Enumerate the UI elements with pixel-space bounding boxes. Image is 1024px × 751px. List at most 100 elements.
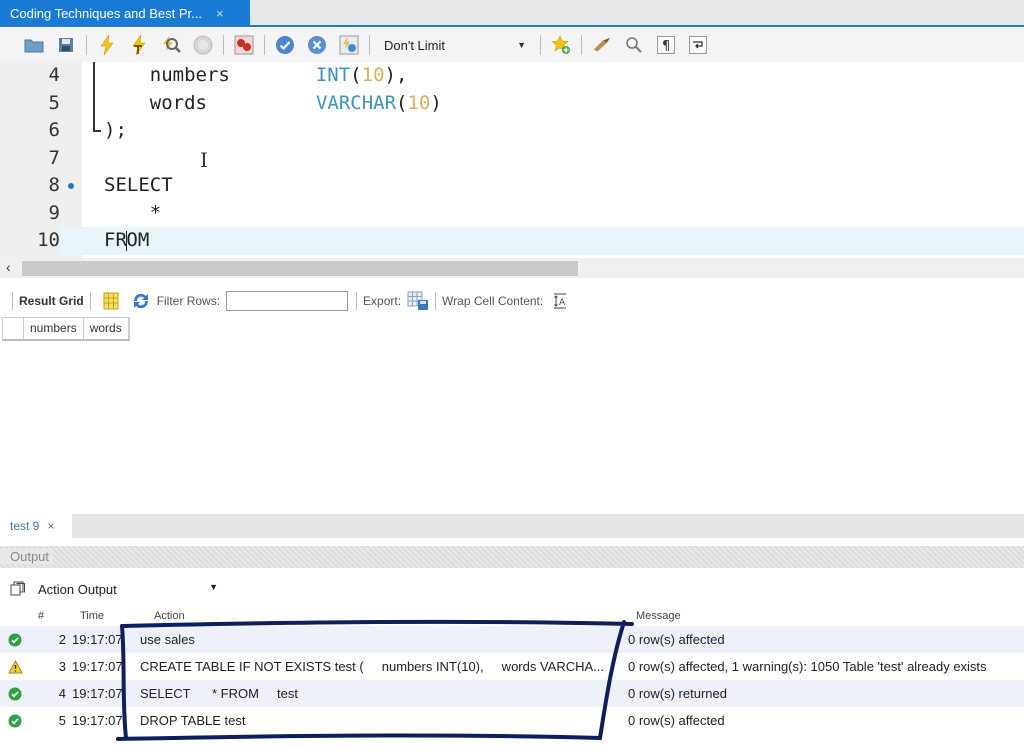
word-wrap-icon[interactable] xyxy=(688,35,708,55)
filter-rows-label: Filter Rows: xyxy=(156,294,221,308)
execute-icon[interactable] xyxy=(97,35,117,55)
toolbar-separator xyxy=(369,35,370,55)
toolbar-separator xyxy=(86,35,87,55)
wrap-cell-content-icon[interactable]: A xyxy=(553,293,567,309)
code-line[interactable]: 8 SELECT xyxy=(0,172,1024,200)
line-number: 6 xyxy=(48,119,60,141)
rollback-icon[interactable] xyxy=(307,35,327,55)
sql-editor-toolbar: Don't Limit ▼ ¶ xyxy=(0,28,1024,62)
chevron-down-icon: ▼ xyxy=(517,40,526,50)
line-code: SELECT xyxy=(104,174,173,196)
result-tab-bar xyxy=(0,514,1024,538)
row-action: DROP TABLE test xyxy=(140,713,246,728)
code-line[interactable]: 9 * xyxy=(0,200,1024,228)
code-line[interactable]: 4 numbers INT(10), xyxy=(0,62,1024,90)
toolbar-separator xyxy=(581,35,582,55)
svg-text:¶: ¶ xyxy=(662,39,670,54)
execute-current-icon[interactable] xyxy=(129,35,149,55)
filter-rows-input[interactable] xyxy=(226,291,349,311)
row-message: 0 row(s) affected xyxy=(628,632,725,647)
code-line[interactable]: 7 xyxy=(0,145,1024,173)
result-grid-header: numbers words xyxy=(2,317,130,341)
row-number: 4 xyxy=(58,686,66,701)
line-number: 7 xyxy=(48,146,60,169)
commit-icon[interactable] xyxy=(275,35,295,55)
output-mode-bar: Action Output ▼ xyxy=(0,576,1024,602)
column-header[interactable]: words xyxy=(84,318,129,339)
limit-rows-select[interactable]: Don't Limit ▼ xyxy=(380,34,530,56)
wrap-cell-content-label: Wrap Cell Content: xyxy=(442,294,544,308)
row-number: 3 xyxy=(58,659,66,674)
row-action: CREATE TABLE IF NOT EXISTS test ( number… xyxy=(140,659,605,674)
row-time: 19:17:07 xyxy=(72,686,123,701)
result-grid-label[interactable]: Result Grid xyxy=(19,294,84,308)
line-code: * xyxy=(104,201,162,224)
column-header[interactable]: Message xyxy=(632,610,681,622)
table-row[interactable]: 4 19:17:07 SELECT * FROM test 0 row(s) r… xyxy=(0,680,1024,707)
line-code: words VARCHAR(10) xyxy=(149,91,442,114)
save-icon[interactable] xyxy=(56,35,76,55)
close-icon[interactable]: × xyxy=(47,519,54,533)
toolbar-separator xyxy=(540,35,541,55)
line-code: FROM xyxy=(104,229,150,251)
table-row[interactable]: 3 19:17:07 CREATE TABLE IF NOT EXISTS te… xyxy=(0,653,1024,680)
explain-icon[interactable] xyxy=(161,35,181,55)
code-line-current[interactable]: 10 FROM xyxy=(0,227,1024,255)
tab-sql-document[interactable]: Coding Techniques and Best Pr... × xyxy=(0,0,250,26)
export-icon[interactable] xyxy=(407,291,429,311)
editor-horizontal-scrollbar[interactable]: ‹ xyxy=(0,258,1024,278)
success-icon xyxy=(0,714,30,728)
toolbar-separator xyxy=(264,35,265,55)
row-time: 19:17:07 xyxy=(72,713,123,728)
warning-icon xyxy=(0,659,30,674)
invisible-chars-icon[interactable]: ¶ xyxy=(656,35,676,55)
open-folder-icon[interactable] xyxy=(24,35,44,55)
export-label: Export: xyxy=(363,294,402,308)
line-code: numbers INT(10), xyxy=(149,64,408,86)
code-line[interactable]: 5 words VARCHAR(10) xyxy=(0,90,1024,118)
action-output-table: # Time Action Message 2 19:17:07 use sal… xyxy=(0,605,1024,734)
row-number: 5 xyxy=(58,713,66,728)
code-line[interactable]: 6 ); xyxy=(0,117,1024,145)
toolbar-separator xyxy=(12,292,13,310)
line-code: ); xyxy=(104,119,127,141)
tab-result-label: test 9 xyxy=(10,519,40,533)
stop-icon[interactable] xyxy=(193,35,213,55)
sql-editor[interactable]: 4 numbers INT(10), 5 words VARCHAR(10) 6 )… xyxy=(0,62,1024,258)
mouse-ibeam-cursor-icon: I xyxy=(200,148,208,172)
table-row[interactable]: 2 19:17:07 use sales 0 row(s) affected xyxy=(0,626,1024,653)
add-snippet-icon[interactable] xyxy=(551,35,571,55)
close-icon[interactable]: × xyxy=(216,6,224,21)
line-number: 8 xyxy=(48,174,60,196)
scroll-left-icon[interactable]: ‹ xyxy=(6,259,11,275)
statement-marker-icon xyxy=(68,183,74,189)
row-number: 2 xyxy=(58,632,66,647)
find-icon[interactable] xyxy=(624,35,644,55)
column-header[interactable]: # xyxy=(30,610,72,622)
tab-result[interactable]: test 9 × xyxy=(0,514,72,538)
chevron-down-icon: ▼ xyxy=(209,581,218,592)
toggle-error-stop-icon[interactable] xyxy=(234,35,254,55)
line-number: 9 xyxy=(48,201,60,224)
autocommit-icon[interactable] xyxy=(339,35,359,55)
column-header[interactable]: Action xyxy=(144,610,632,622)
toolbar-separator xyxy=(356,292,358,310)
toolbar-separator xyxy=(223,35,224,55)
column-header[interactable]: Time xyxy=(72,610,144,622)
beautify-icon[interactable] xyxy=(592,35,612,55)
line-number: 10 xyxy=(0,227,60,255)
copy-icon[interactable] xyxy=(10,580,26,599)
table-row[interactable]: 5 19:17:07 DROP TABLE test 0 row(s) affe… xyxy=(0,707,1024,734)
output-panel-header: Output xyxy=(0,546,1024,568)
scrollbar-thumb[interactable] xyxy=(22,261,578,276)
output-mode-select[interactable]: Action Output ▼ xyxy=(38,582,218,597)
result-grid-toolbar: Result Grid Filter Rows: Export: Wrap Ce… xyxy=(0,287,1024,315)
row-header-corner[interactable] xyxy=(3,318,24,339)
column-header[interactable]: numbers xyxy=(24,318,84,339)
refresh-icon[interactable] xyxy=(131,292,151,310)
row-action: use sales xyxy=(140,632,195,647)
row-time: 19:17:07 xyxy=(72,659,123,674)
row-message: 0 row(s) affected, 1 warning(s): 1050 Ta… xyxy=(628,659,987,674)
svg-text:A: A xyxy=(559,298,566,308)
grid-layout-icon[interactable] xyxy=(103,292,119,310)
